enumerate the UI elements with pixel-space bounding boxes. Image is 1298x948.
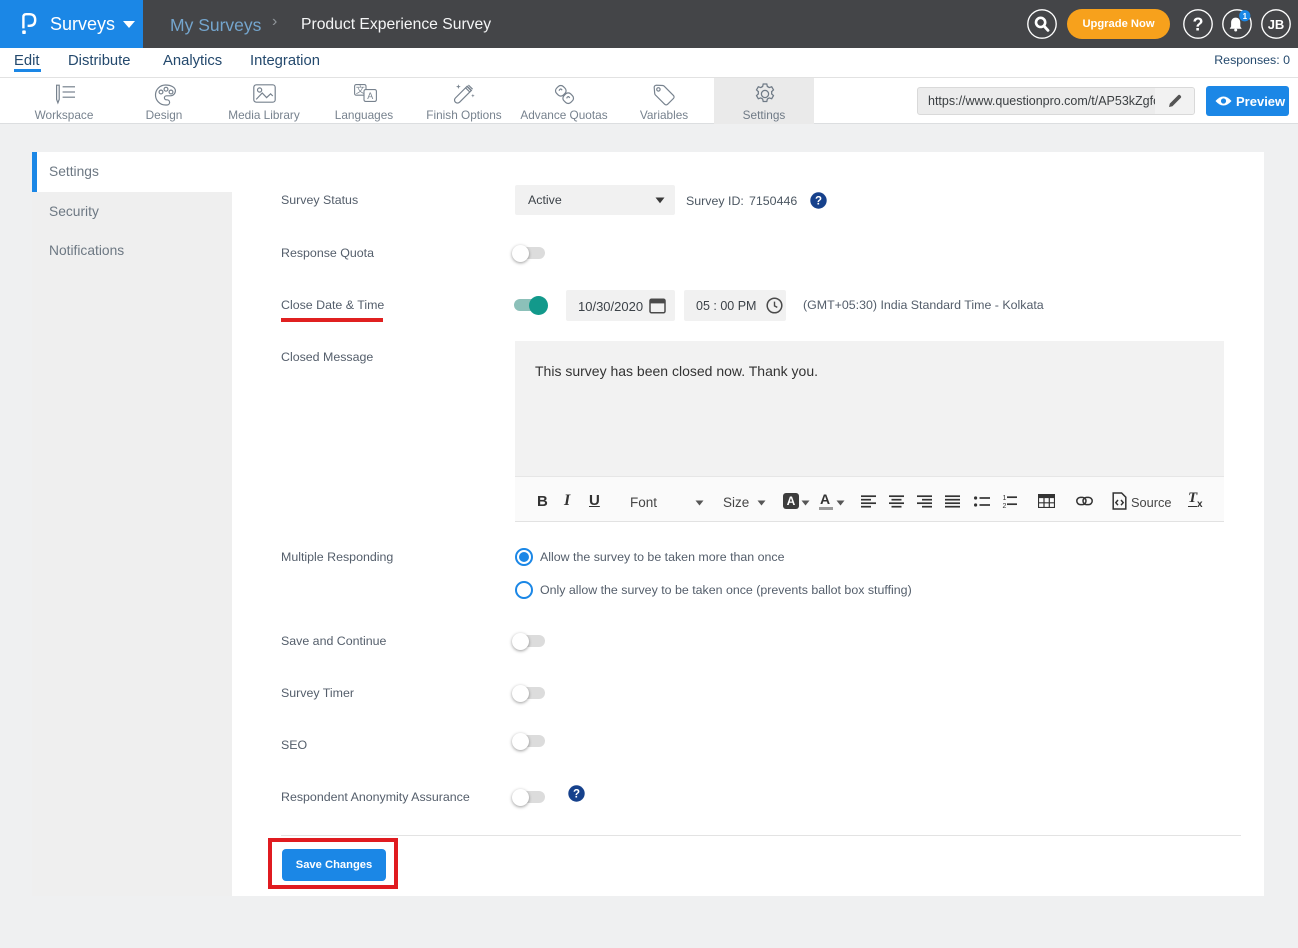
svg-text:1: 1 <box>1243 12 1248 21</box>
svg-text:?: ? <box>573 789 580 801</box>
svg-text:?: ? <box>815 196 822 208</box>
svg-text:1: 1 <box>1003 495 1007 502</box>
svg-text:A: A <box>367 91 373 101</box>
svg-text:JB: JB <box>1268 17 1285 32</box>
svg-text:?: ? <box>1193 15 1204 35</box>
svg-text:2: 2 <box>1003 503 1007 509</box>
